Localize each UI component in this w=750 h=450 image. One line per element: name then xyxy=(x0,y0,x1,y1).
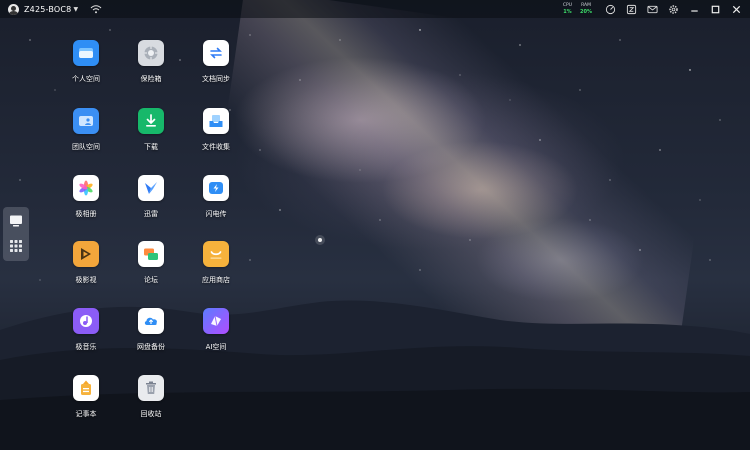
team-space-icon[interactable] xyxy=(73,108,99,134)
app-label: 网盘备份 xyxy=(137,343,165,351)
app-label: AI空间 xyxy=(205,343,227,351)
app-file-collect[interactable]: 文件收集 xyxy=(184,108,248,168)
desktop-screen: Z425-BOC8 ▼ CPU 1% RAM 20% 个人空间 保险箱 文档同步… xyxy=(0,0,750,450)
app-cloud-backup[interactable]: 网盘备份 xyxy=(119,308,183,368)
music-icon[interactable] xyxy=(73,308,99,334)
app-label: 个人空间 xyxy=(72,75,100,83)
app-label: 团队空间 xyxy=(72,143,100,151)
cpu-meter: CPU 1% xyxy=(563,3,572,15)
app-label: 论坛 xyxy=(144,276,158,284)
app-label: 闪电传 xyxy=(205,210,227,218)
personal-space-icon[interactable] xyxy=(73,40,99,66)
app-forum[interactable]: 论坛 xyxy=(119,241,183,301)
cpu-value: 1% xyxy=(563,9,572,15)
app-flash-transfer[interactable]: 闪电传 xyxy=(184,175,248,235)
app-label: 应用商店 xyxy=(202,276,230,284)
app-ai-space[interactable]: AI空间 xyxy=(184,308,248,368)
app-notepad[interactable]: 记事本 xyxy=(54,375,118,435)
settings-icon[interactable] xyxy=(668,4,679,15)
ai-space-icon[interactable] xyxy=(203,308,229,334)
doc-sync-icon[interactable] xyxy=(203,40,229,66)
thunder-icon[interactable] xyxy=(138,175,164,201)
app-recycle-bin[interactable]: 回收站 xyxy=(119,375,183,435)
app-store[interactable]: 应用商店 xyxy=(184,241,248,301)
flash-transfer-icon[interactable] xyxy=(203,175,229,201)
milky-way-background xyxy=(200,0,720,372)
apps-grid-icon[interactable] xyxy=(9,239,23,253)
chevron-down-icon[interactable]: ▼ xyxy=(73,6,78,13)
ram-value: 20% xyxy=(580,9,592,15)
app-thunder[interactable]: 迅雷 xyxy=(119,175,183,235)
app-store-icon[interactable] xyxy=(203,241,229,267)
app-label: 极影视 xyxy=(75,276,97,284)
app-label: 保险箱 xyxy=(140,75,162,83)
app-download[interactable]: 下载 xyxy=(119,108,183,168)
app-label: 回收站 xyxy=(140,410,162,418)
app-label: 极相册 xyxy=(75,210,97,218)
desktop-icon[interactable] xyxy=(9,214,23,228)
user-avatar-icon[interactable] xyxy=(8,3,19,15)
app-personal-space[interactable]: 个人空间 xyxy=(54,40,118,100)
maximize-icon[interactable] xyxy=(710,4,721,15)
notepad-icon[interactable] xyxy=(73,375,99,401)
download-icon[interactable] xyxy=(138,108,164,134)
close-icon[interactable] xyxy=(731,4,742,15)
app-safe-box[interactable]: 保险箱 xyxy=(119,40,183,100)
app-label: 下载 xyxy=(144,143,158,151)
minimize-icon[interactable] xyxy=(689,4,700,15)
wifi-icon[interactable] xyxy=(90,4,102,14)
photos-icon[interactable] xyxy=(73,175,99,201)
app-label: 记事本 xyxy=(75,410,97,418)
forum-icon[interactable] xyxy=(138,241,164,267)
cloud-backup-icon[interactable] xyxy=(138,308,164,334)
app-label: 文档同步 xyxy=(202,75,230,83)
shortcut-icon[interactable] xyxy=(626,4,637,15)
app-team-space[interactable]: 团队空间 xyxy=(54,108,118,168)
speedometer-icon[interactable] xyxy=(605,4,616,15)
app-label: 迅雷 xyxy=(144,210,158,218)
app-label: 极音乐 xyxy=(75,343,97,351)
app-label: 文件收集 xyxy=(202,143,230,151)
left-dock xyxy=(3,207,29,261)
app-music[interactable]: 极音乐 xyxy=(54,308,118,368)
safe-box-icon[interactable] xyxy=(138,40,164,66)
video-icon[interactable] xyxy=(73,241,99,267)
app-photos[interactable]: 极相册 xyxy=(54,175,118,235)
file-collect-icon[interactable] xyxy=(203,108,229,134)
app-doc-sync[interactable]: 文档同步 xyxy=(184,40,248,100)
top-right-controls: CPU 1% RAM 20% xyxy=(563,0,750,18)
recycle-bin-icon[interactable] xyxy=(138,375,164,401)
device-name[interactable]: Z425-BOC8 xyxy=(24,5,71,14)
mail-icon[interactable] xyxy=(647,4,658,15)
ram-meter: RAM 20% xyxy=(580,3,592,15)
top-bar: Z425-BOC8 ▼ CPU 1% RAM 20% xyxy=(0,0,750,18)
app-video[interactable]: 极影视 xyxy=(54,241,118,301)
